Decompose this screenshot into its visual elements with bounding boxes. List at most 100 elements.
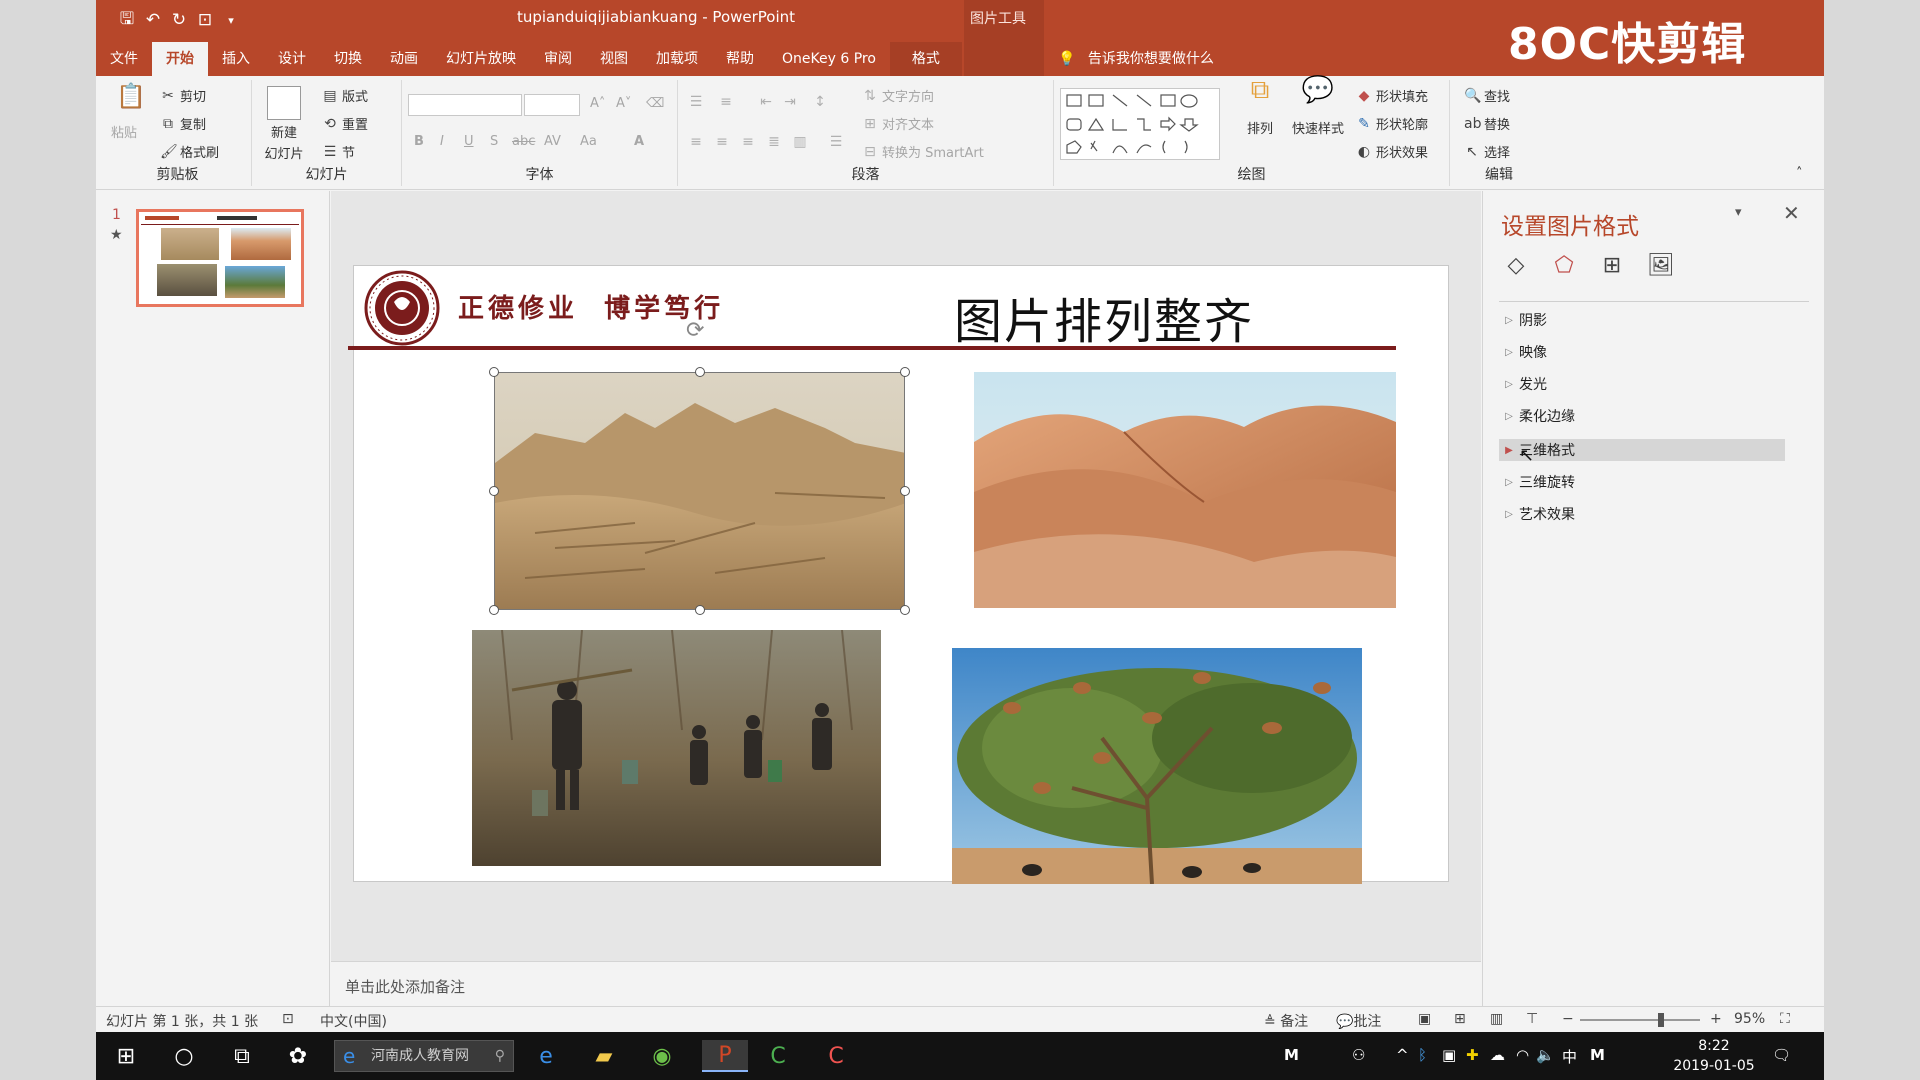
effect-3d-format[interactable]: ▶ 三维格式 xyxy=(1499,439,1785,461)
tab-format[interactable]: 格式 xyxy=(889,42,962,76)
columns-button[interactable]: ▥ xyxy=(792,134,808,150)
align-center-button[interactable]: ≡ xyxy=(714,134,730,150)
shrink-font-button[interactable]: A˅ xyxy=(616,96,631,111)
language-indicator[interactable]: 中文(中国) xyxy=(320,1011,387,1031)
recorder-icon[interactable]: C xyxy=(820,1040,852,1072)
tab-onekey[interactable]: OneKey 6 Pro xyxy=(768,42,890,76)
ime-mode-indicator[interactable]: M xyxy=(1590,1046,1605,1064)
effects-tab-icon[interactable]: ⬠ xyxy=(1551,253,1577,279)
onedrive-icon[interactable]: ☁ xyxy=(1490,1046,1505,1064)
tray-app-icon[interactable]: ▣ xyxy=(1442,1046,1456,1064)
paragraph-align-button[interactable]: ☰ xyxy=(828,134,844,150)
slide-title[interactable]: 图片排列整齐 xyxy=(954,282,1254,352)
find-button[interactable]: 🔍 查找 xyxy=(1464,86,1510,106)
fill-line-icon[interactable]: ◇ xyxy=(1503,253,1529,279)
numbering-button[interactable]: ≡ xyxy=(718,94,734,110)
resize-handle-sw[interactable] xyxy=(489,605,499,615)
layout-button[interactable]: ▤ 版式 xyxy=(322,86,368,106)
fit-to-window-icon[interactable]: ⛶ xyxy=(1780,1011,1790,1027)
shapes-gallery[interactable] xyxy=(1060,88,1220,160)
resize-handle-n[interactable] xyxy=(695,367,705,377)
ime-indicator[interactable]: 中 xyxy=(1562,1046,1577,1067)
tab-file[interactable]: 文件 xyxy=(96,42,152,76)
font-size-select[interactable] xyxy=(524,94,580,116)
notes-area[interactable]: 单击此处添加备注 xyxy=(331,961,1481,1006)
slide-thumbnail[interactable] xyxy=(136,209,304,307)
strikethrough-button[interactable]: abc xyxy=(512,134,535,149)
size-properties-icon[interactable]: ⊞ xyxy=(1599,253,1625,279)
change-case-button[interactable]: Aa xyxy=(580,134,597,149)
tray-overflow-icon[interactable]: ^ xyxy=(1396,1046,1409,1064)
zoom-level[interactable]: 95% xyxy=(1734,1011,1765,1027)
taskbar-search[interactable]: e 河南成人教育网 ⚲ xyxy=(334,1040,514,1072)
clear-format-icon[interactable]: ⌫ xyxy=(646,96,664,111)
align-right-button[interactable]: ≡ xyxy=(740,134,756,150)
tab-design[interactable]: 设计 xyxy=(264,42,320,76)
tab-slideshow[interactable]: 幻灯片放映 xyxy=(432,42,530,76)
bold-button[interactable]: B xyxy=(414,134,424,149)
convert-smartart-button[interactable]: ⊟ 转换为 SmartArt xyxy=(862,142,984,162)
align-text-button[interactable]: ⊞ 对齐文本 xyxy=(862,114,934,134)
copy-button[interactable]: ⧉ 复制 xyxy=(160,114,206,134)
shape-outline-button[interactable]: ✎ 形状轮廓 xyxy=(1356,114,1428,134)
effect-artistic[interactable]: ▷ 艺术效果 xyxy=(1499,503,1785,525)
slide[interactable]: 正德修业 博学笃行 图片排列整齐 ⟳ xyxy=(348,265,1449,884)
select-button[interactable]: ↖ 选择 xyxy=(1464,142,1510,162)
underline-button[interactable]: U xyxy=(464,134,474,149)
photo-villagers[interactable] xyxy=(472,630,881,866)
normal-view-icon[interactable]: ▣ xyxy=(1418,1011,1431,1027)
italic-button[interactable]: I xyxy=(440,134,444,149)
notifications-icon[interactable]: 🗨 xyxy=(1772,1046,1791,1064)
effect-3d-rotation[interactable]: ▷ 三维旋转 xyxy=(1499,471,1785,493)
text-direction-button[interactable]: ⇅ 文字方向 xyxy=(862,86,934,106)
resize-handle-e[interactable] xyxy=(900,486,910,496)
photo-goats-tree[interactable] xyxy=(952,648,1362,884)
picture-tab-icon[interactable]: 🖼 xyxy=(1647,253,1675,279)
spellcheck-icon[interactable]: ⊡ xyxy=(282,1011,294,1027)
reset-button[interactable]: ⟲ 重置 xyxy=(322,114,368,134)
slideshow-icon[interactable]: ⊤ xyxy=(1526,1011,1538,1027)
new-slide-button[interactable]: 新建 幻灯片 xyxy=(258,86,310,162)
shape-effects-button[interactable]: ◐ 形状效果 xyxy=(1356,142,1428,162)
font-color-button[interactable]: A xyxy=(634,134,644,149)
tray-m-icon[interactable]: M xyxy=(1284,1046,1299,1064)
camtasia-icon[interactable]: C xyxy=(762,1040,794,1072)
tab-transitions[interactable]: 切换 xyxy=(320,42,376,76)
zoom-slider-thumb[interactable] xyxy=(1658,1013,1664,1027)
photo-ruins[interactable] xyxy=(494,372,905,610)
pane-options-chevron-icon[interactable]: ▾ xyxy=(1735,205,1742,220)
tab-home[interactable]: 开始 xyxy=(152,42,208,76)
cut-button[interactable]: ✂ 剪切 xyxy=(160,86,206,106)
resize-handle-nw[interactable] xyxy=(489,367,499,377)
wifi-icon[interactable]: ◠ xyxy=(1516,1046,1529,1064)
char-spacing-button[interactable]: AV xyxy=(544,134,561,149)
edge-icon[interactable]: e xyxy=(530,1040,562,1072)
increase-indent-button[interactable]: ⇥ xyxy=(782,94,798,110)
section-button[interactable]: ☰ 节 xyxy=(322,142,355,162)
quick-styles-button[interactable]: 💬 快速样式 xyxy=(1288,77,1348,137)
effect-reflection[interactable]: ▷ 映像 xyxy=(1499,341,1785,363)
effect-soft-edges[interactable]: ▷ 柔化边缘 xyxy=(1499,405,1785,427)
resize-handle-s[interactable] xyxy=(695,605,705,615)
effect-shadow[interactable]: ▷ 阴影 xyxy=(1499,309,1785,331)
tab-animations[interactable]: 动画 xyxy=(376,42,432,76)
photo-dunes[interactable] xyxy=(974,372,1396,608)
zoom-out-icon[interactable]: − xyxy=(1562,1011,1574,1027)
windows-start-icon[interactable]: ⊞ xyxy=(110,1040,142,1072)
shape-fill-button[interactable]: ◆ 形状填充 xyxy=(1356,86,1428,106)
slide-sorter-icon[interactable]: ⊞ xyxy=(1454,1011,1466,1027)
resize-handle-se[interactable] xyxy=(900,605,910,615)
tab-addins[interactable]: 加载项 xyxy=(642,42,712,76)
decrease-indent-button[interactable]: ⇤ xyxy=(758,94,774,110)
clock[interactable]: 8:22 2019-01-05 xyxy=(1672,1036,1756,1076)
rotate-handle-icon[interactable]: ⟳ xyxy=(686,318,704,343)
cortana-icon[interactable]: ○ xyxy=(168,1040,200,1072)
task-view-icon[interactable]: ⧉ xyxy=(226,1040,258,1072)
tray-plus-icon[interactable]: ✚ xyxy=(1466,1046,1479,1064)
bluetooth-icon[interactable]: ᛒ xyxy=(1418,1046,1427,1064)
format-painter-button[interactable]: 🖌 格式刷 xyxy=(160,142,219,162)
comments-button[interactable]: 💬批注 xyxy=(1336,1011,1381,1031)
tab-review[interactable]: 审阅 xyxy=(530,42,586,76)
reading-view-icon[interactable]: ▥ xyxy=(1490,1011,1503,1027)
zoom-in-icon[interactable]: + xyxy=(1710,1011,1722,1027)
